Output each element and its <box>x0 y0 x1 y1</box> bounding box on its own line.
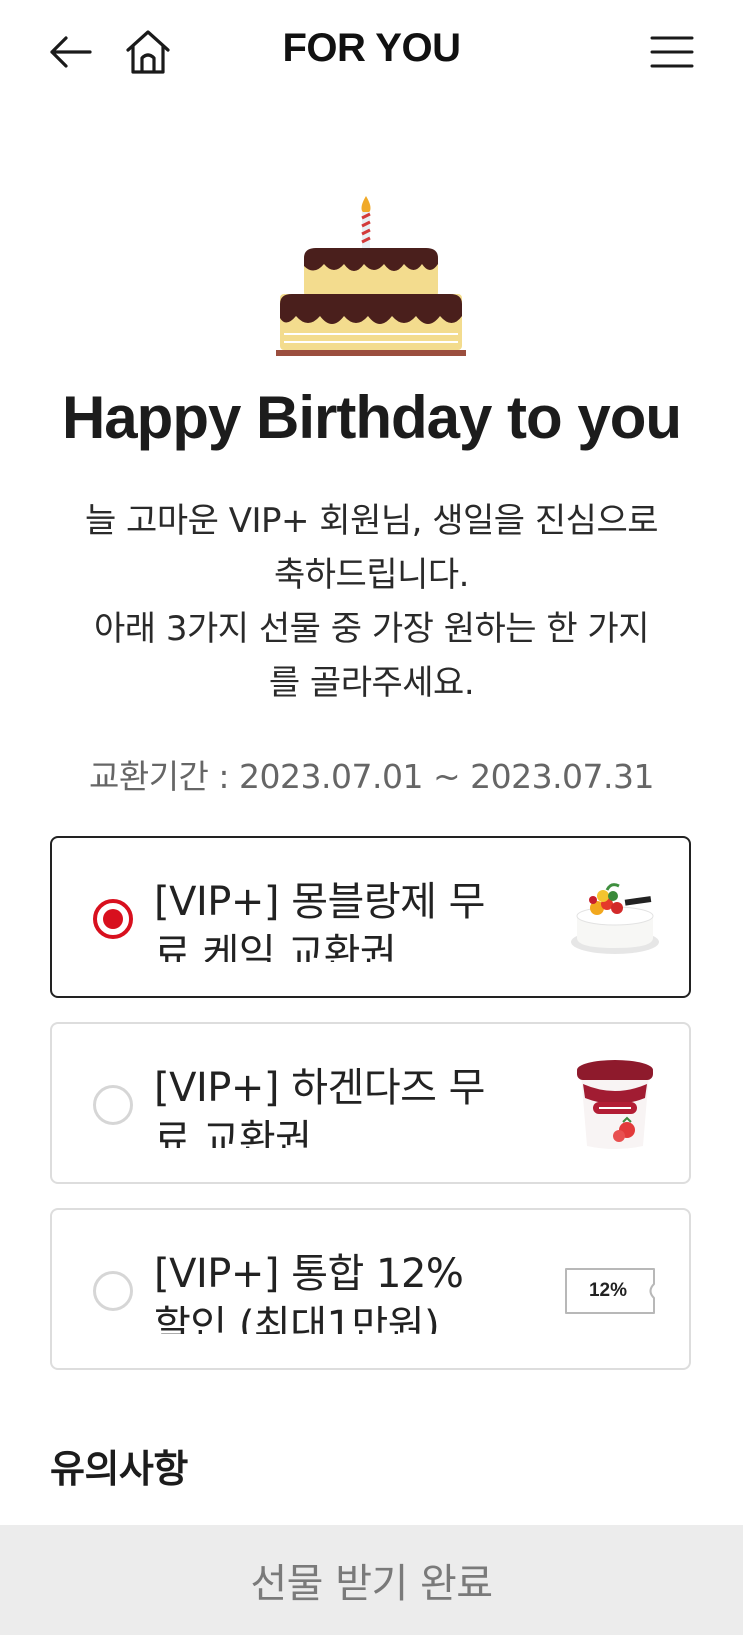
menu-button[interactable] <box>642 22 702 82</box>
top-app-bar: FOR YOU <box>0 0 743 104</box>
haagen-dazs-image <box>577 1060 653 1149</box>
gift-option-label: [VIP+] 하겐다즈 무료 교환권 <box>154 1065 485 1148</box>
page-title: FOR YOU <box>282 26 461 70</box>
gift-option-haagen-dazs[interactable]: [VIP+] 하겐다즈 무료 교환권 <box>50 1022 691 1184</box>
notice-section-title: 유의사항 <box>50 1447 188 1491</box>
message-line: 를 골라주세요. <box>268 663 475 703</box>
greeting-message: 늘 고마운 VIP+ 회원님, 생일을 진심으로 축하드립니다. 아래 3가지 … <box>40 494 703 710</box>
gift-option-label: [VIP+] 몽블랑제 무료 케익 교환권 <box>154 879 485 962</box>
gift-option-discount[interactable]: [VIP+] 통합 12% 할인 (최대1만원) 12% <box>50 1208 691 1370</box>
exchange-period: 교환기간 : 2023.07.01 ~ 2023.07.31 <box>88 757 655 796</box>
coupon-icon: 12% <box>563 1266 657 1316</box>
birthday-cake-icon <box>276 196 466 356</box>
message-line: 늘 고마운 VIP+ 회원님, 생일을 진심으로 <box>84 501 659 541</box>
cake-image <box>571 883 659 954</box>
gift-option-label: [VIP+] 통합 12% 할인 (최대1만원) <box>154 1251 464 1334</box>
greeting-headline: Happy Birthday to you <box>61 384 682 451</box>
message-line: 아래 3가지 선물 중 가장 원하는 한 가지 <box>94 609 649 649</box>
hamburger-menu-icon <box>650 36 694 68</box>
gift-complete-button[interactable]: 선물 받기 완료 <box>0 1525 743 1635</box>
gift-option-cake[interactable]: [VIP+] 몽블랑제 무료 케익 교환권 <box>50 836 691 998</box>
radio-button[interactable] <box>93 1085 133 1125</box>
message-line: 축하드립니다. <box>274 555 470 595</box>
coupon-text: 12% <box>588 1280 628 1301</box>
radio-button[interactable] <box>93 1271 133 1311</box>
radio-button-selected[interactable] <box>93 899 133 939</box>
